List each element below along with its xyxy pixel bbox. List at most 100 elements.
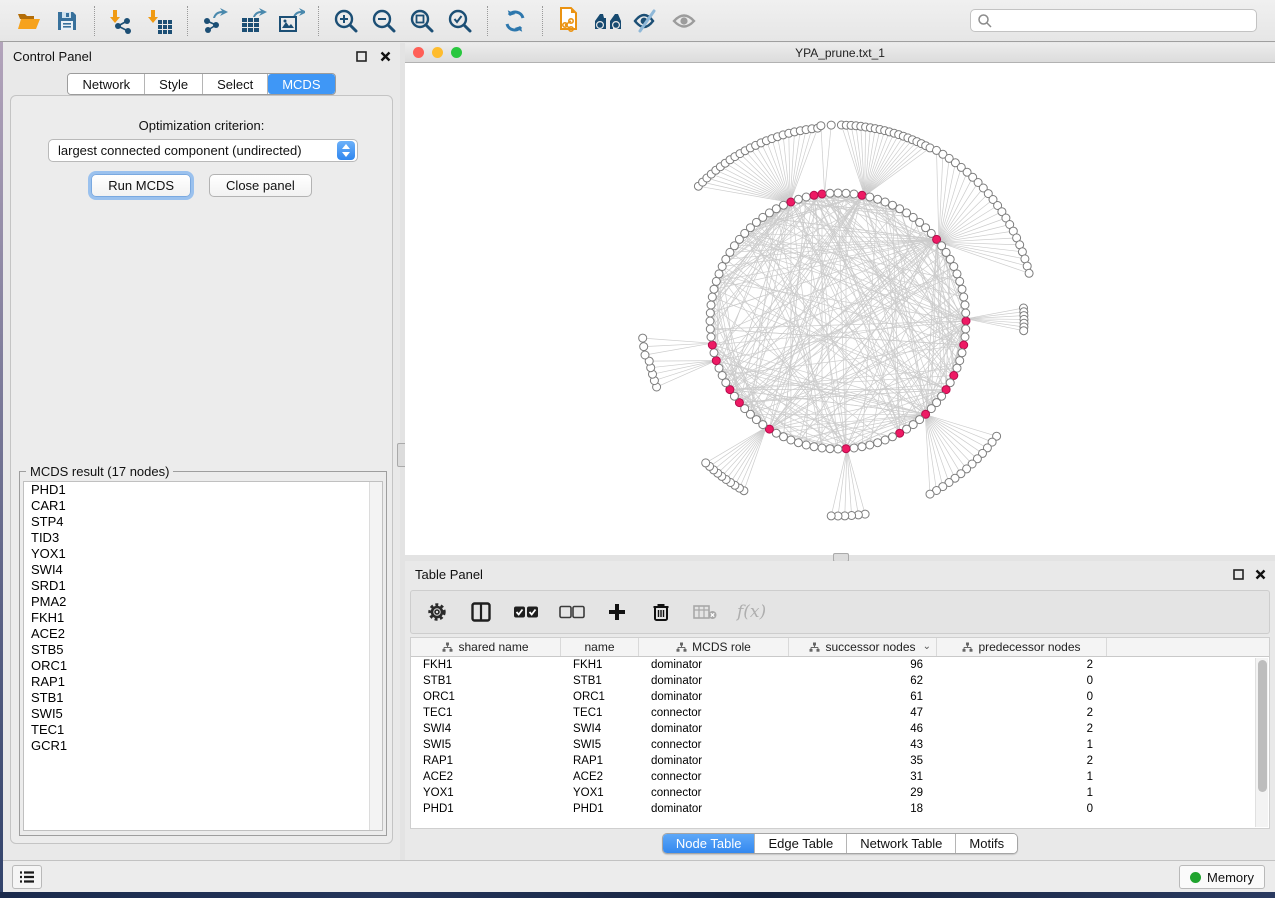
network-node[interactable] [960, 293, 968, 301]
mcds-result-item[interactable]: STP4 [24, 514, 382, 530]
search-input[interactable] [993, 14, 1250, 28]
deselect-all-button[interactable] [559, 597, 585, 627]
network-node[interactable] [780, 201, 788, 209]
panel-menu-button[interactable] [12, 865, 42, 889]
column-header-predecessor-nodes[interactable]: predecessor nodes [937, 638, 1107, 656]
close-panel-button-mcds[interactable]: Close panel [209, 174, 312, 197]
column-header-shared-name[interactable]: shared name [411, 638, 561, 656]
mcds-result-item[interactable]: SRD1 [24, 578, 382, 594]
network-node[interactable] [640, 343, 648, 351]
mcds-result-item[interactable]: ORC1 [24, 658, 382, 674]
save-session-button[interactable] [50, 5, 84, 37]
table-row[interactable]: ORC1ORC1dominator610 [411, 689, 1269, 705]
network-node[interactable] [706, 317, 714, 325]
network-node[interactable] [810, 443, 818, 451]
delete-table-button[interactable] [693, 597, 717, 627]
network-node[interactable] [1020, 327, 1028, 335]
search-field[interactable] [970, 9, 1257, 32]
network-node[interactable] [842, 189, 850, 197]
table-row[interactable]: YOX1YOX1connector291 [411, 785, 1269, 801]
table-row[interactable]: PHD1PHD1dominator180 [411, 801, 1269, 817]
mcds-result-item[interactable]: CAR1 [24, 498, 382, 514]
network-node[interactable] [802, 441, 810, 449]
network-node[interactable] [718, 372, 726, 380]
import-table-button[interactable] [143, 5, 177, 37]
tab-motifs[interactable]: Motifs [956, 834, 1017, 853]
node-table[interactable]: shared namenameMCDS rolesuccessor nodes⌄… [410, 637, 1270, 829]
network-node[interactable] [850, 190, 858, 198]
network-node[interactable] [802, 193, 810, 201]
hide-selected-button[interactable] [629, 5, 663, 37]
table-row[interactable]: STB1STB1dominator620 [411, 673, 1269, 689]
network-node[interactable] [794, 195, 802, 203]
mcds-result-item[interactable]: SWI4 [24, 562, 382, 578]
export-image-button[interactable] [274, 5, 308, 37]
mcds-result-item[interactable]: ACE2 [24, 626, 382, 642]
clone-network-button[interactable] [553, 5, 587, 37]
network-node[interactable] [958, 285, 966, 293]
network-node[interactable] [834, 189, 842, 197]
show-column-button[interactable] [469, 597, 493, 627]
export-table-button[interactable] [236, 5, 270, 37]
mcds-result-item[interactable]: GCR1 [24, 738, 382, 754]
table-scrollbar[interactable] [1255, 658, 1268, 827]
network-node[interactable] [827, 121, 835, 129]
network-node[interactable] [962, 309, 970, 317]
create-column-button[interactable] [605, 597, 629, 627]
network-canvas[interactable] [405, 63, 1275, 557]
network-graph[interactable] [405, 63, 1275, 557]
mcds-list-scrollbar[interactable] [369, 482, 382, 830]
mcds-node[interactable] [708, 341, 716, 349]
network-node[interactable] [706, 325, 714, 333]
tab-node-table[interactable]: Node Table [663, 834, 756, 853]
scrollbar-thumb[interactable] [1258, 660, 1267, 792]
float-panel-button[interactable] [354, 49, 368, 63]
memory-button[interactable]: Memory [1179, 865, 1265, 889]
network-node[interactable] [961, 301, 969, 309]
network-node[interactable] [874, 439, 882, 447]
mcds-node[interactable] [842, 445, 850, 453]
network-node[interactable] [827, 512, 835, 520]
show-all-button[interactable] [667, 5, 701, 37]
network-node[interactable] [881, 198, 889, 206]
zoom-out-button[interactable] [367, 5, 401, 37]
network-node[interactable] [834, 445, 842, 453]
network-node[interactable] [641, 351, 649, 359]
network-node[interactable] [794, 439, 802, 447]
network-node[interactable] [874, 195, 882, 203]
network-node[interactable] [889, 433, 897, 441]
network-node[interactable] [953, 270, 961, 278]
tab-network[interactable]: Network [68, 74, 145, 94]
mcds-node[interactable] [818, 190, 826, 198]
network-node[interactable] [956, 357, 964, 365]
function-builder-button[interactable]: f(x) [737, 597, 766, 627]
network-node[interactable] [926, 490, 934, 498]
network-node[interactable] [866, 193, 874, 201]
network-node[interactable] [1025, 269, 1033, 277]
table-row[interactable]: FKH1FKH1dominator962 [411, 657, 1269, 673]
network-node[interactable] [858, 443, 866, 451]
close-table-panel-button[interactable] [1253, 567, 1267, 581]
network-node[interactable] [881, 436, 889, 444]
tab-edge-table[interactable]: Edge Table [755, 834, 847, 853]
column-header-name[interactable]: name [561, 638, 639, 656]
import-network-button[interactable] [105, 5, 139, 37]
network-node[interactable] [866, 441, 874, 449]
table-row[interactable]: RAP1RAP1dominator352 [411, 753, 1269, 769]
mcds-node[interactable] [787, 198, 795, 206]
criterion-dropdown[interactable]: largest connected component (undirected) [48, 139, 358, 162]
tab-select[interactable]: Select [203, 74, 268, 94]
network-node[interactable] [715, 270, 723, 278]
mcds-result-item[interactable]: TEC1 [24, 722, 382, 738]
network-node[interactable] [818, 444, 826, 452]
mcds-result-item[interactable]: FKH1 [24, 610, 382, 626]
mcds-node[interactable] [858, 191, 866, 199]
mcds-result-item[interactable]: PMA2 [24, 594, 382, 610]
network-node[interactable] [710, 349, 718, 357]
mcds-result-item[interactable]: YOX1 [24, 546, 382, 562]
network-node[interactable] [712, 277, 720, 285]
float-table-panel-button[interactable] [1231, 567, 1245, 581]
column-header-successor-nodes[interactable]: successor nodes⌄ [789, 638, 937, 656]
export-network-button[interactable] [198, 5, 232, 37]
network-node[interactable] [956, 277, 964, 285]
